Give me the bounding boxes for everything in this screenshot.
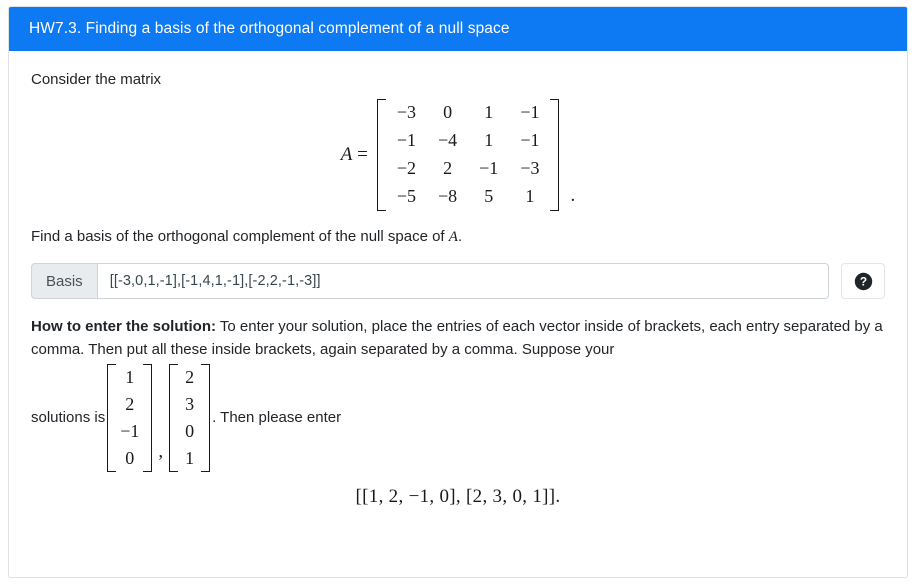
matrix-cell: 2 <box>443 157 453 178</box>
matrix-display: A = −3 0 1 −1 −1 −4 1 −1 −2 2 −1 −3 −5 −… <box>31 99 885 211</box>
basis-input[interactable] <box>96 263 829 300</box>
help-button[interactable]: ? <box>841 263 885 300</box>
matrix-cell: 1 <box>525 185 535 206</box>
howto-title: How to enter the solution: <box>31 318 216 336</box>
question-prompt: Find a basis of the orthogonal complemen… <box>31 226 885 249</box>
matrix-cell: −1 <box>520 129 540 150</box>
matrix-cell: −1 <box>479 157 499 178</box>
vector-cell: 2 <box>185 366 195 387</box>
matrix-A: −3 0 1 −1 −1 −4 1 −1 −2 2 −1 −3 −5 −8 5 … <box>386 99 551 211</box>
vector-cell: 3 <box>185 393 195 414</box>
vector-cell: 1 <box>185 448 195 468</box>
vector-cell: 2 <box>125 393 135 414</box>
example-vectors-row: solutions is 1 2 −1 0 , 2 3 0 1 . Then p… <box>31 363 885 473</box>
question-prompt-symbol: A <box>448 228 458 245</box>
intro-text: Consider the matrix <box>31 70 162 88</box>
basis-input-label: Basis <box>31 263 97 300</box>
matrix-cell: −3 <box>396 102 416 122</box>
example-lead-in: solutions is <box>31 408 106 426</box>
matrix-cell: 0 <box>443 102 453 122</box>
question-prompt-period: . <box>457 227 463 245</box>
example-vector-one: 1 2 −1 0 <box>107 363 153 473</box>
vector-cell: −1 <box>120 420 140 441</box>
problem-card: HW7.3. Finding a basis of the orthogonal… <box>8 6 908 578</box>
vector-separator: , <box>158 440 164 462</box>
matrix-equation: A = −3 0 1 −1 −1 −4 1 −1 −2 2 −1 −3 −5 −… <box>341 99 575 211</box>
svg-text:?: ? <box>859 274 866 288</box>
howto-paragraph: How to enter the solution: To enter your… <box>31 316 885 362</box>
vector-two-brackets: 2 3 0 1 <box>169 363 211 473</box>
vector-row: 0 <box>178 418 201 445</box>
matrix-row: −5 −8 5 1 <box>386 183 551 211</box>
matrix-period: . <box>570 184 576 206</box>
vector-row: 2 <box>116 391 143 418</box>
matrix-cell: 1 <box>484 129 494 150</box>
example-tail-text: . Then please enter <box>212 408 342 426</box>
left-bracket <box>169 363 179 473</box>
matrix-cell: −3 <box>520 157 540 178</box>
vector-row: −1 <box>116 418 143 445</box>
matrix-cell: −2 <box>396 157 416 178</box>
right-bracket <box>143 363 153 473</box>
vector-cell: 0 <box>185 420 195 441</box>
right-bracket <box>550 99 560 211</box>
matrix-cell: −4 <box>438 129 458 150</box>
matrix-row: −3 0 1 −1 <box>386 99 551 127</box>
matrix-cell: −8 <box>438 185 458 206</box>
example-vector-two: 2 3 0 1 <box>169 363 211 473</box>
vector-cell: 1 <box>125 366 135 387</box>
equals-sign: = <box>357 143 368 165</box>
right-bracket <box>201 363 211 473</box>
vector-row: 2 <box>178 364 201 391</box>
left-bracket <box>376 99 386 211</box>
card-header-title: HW7.3. Finding a basis of the orthogonal… <box>9 7 907 51</box>
left-bracket <box>107 363 117 473</box>
matrix-equation-lhs: A = <box>341 144 368 166</box>
matrix-cell: −1 <box>396 129 416 150</box>
matrix-symbol-A: A <box>340 143 353 165</box>
final-answer-example: [[1, 2, −1, 0], [2, 3, 0, 1]]. <box>355 486 561 508</box>
basis-input-group: Basis ? <box>31 263 885 300</box>
matrix-row: −2 2 −1 −3 <box>386 155 551 183</box>
vector-cell: 0 <box>125 448 135 468</box>
matrix-brackets: −3 0 1 −1 −1 −4 1 −1 −2 2 −1 −3 −5 −8 5 … <box>376 99 560 211</box>
matrix-cell: −1 <box>520 102 540 122</box>
vector-row: 3 <box>178 391 201 418</box>
matrix-row: −1 −4 1 −1 <box>386 127 551 155</box>
vector-one-table: 1 2 −1 0 <box>116 364 143 472</box>
vector-one-brackets: 1 2 −1 0 <box>107 363 153 473</box>
question-prompt-text: Find a basis of the orthogonal complemen… <box>31 227 449 245</box>
card-body: Consider the matrix A = −3 0 1 −1 −1 −4 … <box>9 51 907 509</box>
matrix-cell: 1 <box>484 102 494 122</box>
matrix-cell: 5 <box>484 185 494 206</box>
vector-row: 1 <box>178 445 201 472</box>
matrix-cell: −5 <box>396 185 416 206</box>
vector-row: 1 <box>116 364 143 391</box>
page-root: HW7.3. Finding a basis of the orthogonal… <box>0 0 915 586</box>
vector-two-table: 2 3 0 1 <box>178 364 201 472</box>
question-mark-circle-icon: ? <box>854 272 873 291</box>
vector-row: 0 <box>116 445 143 472</box>
